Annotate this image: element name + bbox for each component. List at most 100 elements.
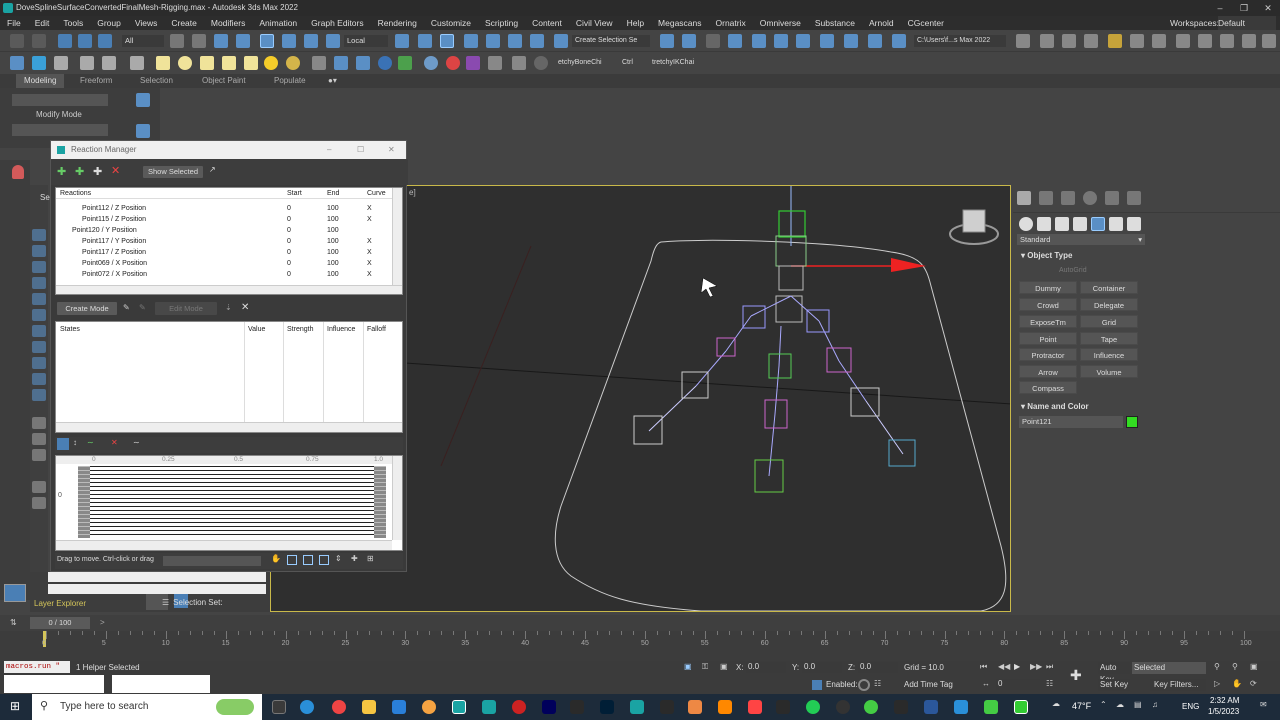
shelf-icon-a[interactable] <box>10 56 24 70</box>
ribbon-options-icon[interactable]: ●▾ <box>328 74 337 88</box>
select-manipulate-icon[interactable] <box>418 34 432 48</box>
ribbon-icon-a[interactable] <box>136 93 150 107</box>
play-icon[interactable]: ▶ <box>1014 662 1020 671</box>
file-explorer-icon[interactable] <box>362 700 376 714</box>
add-slave-icon[interactable]: ✚ <box>93 165 102 178</box>
edge-icon[interactable] <box>300 700 314 714</box>
current-frame-field[interactable]: 0 <box>996 679 1040 690</box>
tool-icon-f[interactable] <box>1152 34 1166 48</box>
sun-icon[interactable] <box>286 56 300 70</box>
name-color-header[interactable]: ▾ Name and Color <box>1021 402 1089 411</box>
select-by-name-icon[interactable] <box>192 34 206 48</box>
volume-icon[interactable]: ♫ <box>1152 700 1158 709</box>
menu-ornatrix[interactable]: Ornatrix <box>709 16 753 30</box>
network-icon[interactable]: ▤ <box>1134 700 1142 709</box>
field-of-view-icon[interactable]: ▷ <box>1214 679 1220 688</box>
menu-views[interactable]: Views <box>128 16 165 30</box>
reaction-row[interactable]: Point069 / X Position 0 100 X <box>56 258 402 269</box>
delete-reaction-icon[interactable]: ✕ <box>111 164 120 177</box>
add-time-tag-button[interactable]: Add Time Tag <box>904 680 953 689</box>
layer-icon[interactable] <box>4 584 26 602</box>
taskbar-app-7-icon[interactable] <box>688 700 702 714</box>
shelf-icon-c[interactable] <box>54 56 68 70</box>
word-icon[interactable] <box>924 700 938 714</box>
whatsapp-icon[interactable] <box>806 700 820 714</box>
curve-vscrollbar[interactable] <box>392 456 402 540</box>
tool-icon-d[interactable] <box>1108 34 1122 48</box>
unreal-icon[interactable] <box>836 700 850 714</box>
render-setup-icon[interactable] <box>844 34 858 48</box>
scene-explorer-icon[interactable] <box>706 34 720 48</box>
z-coord-field[interactable]: 0.0 <box>858 662 898 673</box>
dialog-title-bar[interactable]: Reaction Manager – ☐ ✕ <box>51 141 406 159</box>
scale-keys-icon[interactable]: ↕ <box>73 438 77 447</box>
reaction-row[interactable]: Point117 / Y Position 0 100 X <box>56 236 402 247</box>
set-state-icon[interactable]: ✎ <box>123 303 130 312</box>
create-tab-icon[interactable] <box>1017 191 1031 205</box>
lock-icon[interactable]: ⚿ <box>702 662 708 672</box>
windows-start-icon[interactable]: ⊞ <box>10 699 20 713</box>
rect-select-icon[interactable] <box>214 34 228 48</box>
explorer-icon-7[interactable] <box>32 325 46 337</box>
influence-button[interactable]: Influence <box>1080 348 1138 361</box>
right-arm-helper-3[interactable] <box>850 387 880 417</box>
cameras-icon[interactable] <box>1073 217 1087 231</box>
explorer-icon-16[interactable] <box>32 497 46 509</box>
motion-tab-icon[interactable] <box>1083 191 1097 205</box>
shelf-button-2[interactable]: Ctrl <box>622 59 633 66</box>
cylinder-icon[interactable] <box>200 56 214 70</box>
move-keys-icon[interactable] <box>57 438 69 450</box>
undo-icon[interactable] <box>10 34 24 48</box>
reaction-row[interactable]: Point117 / Z Position 0 100 X <box>56 247 402 258</box>
zoom-horizontal-icon[interactable] <box>303 555 313 565</box>
move-icon[interactable] <box>260 34 274 48</box>
tab-object-paint[interactable]: Object Paint <box>202 74 246 88</box>
go-to-end-icon[interactable]: ⏭ <box>1046 662 1053 672</box>
close-icon[interactable]: ✕ <box>1256 0 1280 16</box>
exposetm-button[interactable]: ExposeTm <box>1019 315 1077 328</box>
zoom-extents-viewport-icon[interactable]: ▣ <box>1250 662 1258 671</box>
taskbar-app-12-icon[interactable] <box>954 700 968 714</box>
taskbar-app-3-icon[interactable] <box>512 700 526 714</box>
clock-time[interactable]: 2:32 AM <box>1210 696 1239 705</box>
menu-help[interactable]: Help <box>620 16 651 30</box>
curve-value-field[interactable] <box>163 556 261 566</box>
tool-icon-e[interactable] <box>1130 34 1144 48</box>
add-selected-icon[interactable]: ✚ <box>75 165 84 178</box>
shelf-icon-n[interactable] <box>466 56 480 70</box>
clock-date[interactable]: 1/5/2023 <box>1208 707 1239 716</box>
menu-arnold[interactable]: Arnold <box>862 16 901 30</box>
tool-icon-c[interactable] <box>1084 34 1098 48</box>
snaps-toggle-icon[interactable] <box>464 34 478 48</box>
explorer-icon-1[interactable] <box>32 229 46 241</box>
spinner-snap-icon[interactable] <box>530 34 544 48</box>
show-selected-button[interactable]: Show Selected <box>143 166 203 178</box>
object-type-header[interactable]: ▾ Object Type <box>1021 251 1072 260</box>
menu-customize[interactable]: Customize <box>424 16 478 30</box>
material-editor-icon[interactable] <box>820 34 834 48</box>
weather-icon[interactable]: ☁ <box>1052 699 1060 708</box>
menu-rendering[interactable]: Rendering <box>371 16 424 30</box>
mini-listener-b[interactable] <box>112 675 210 693</box>
schematic-view-icon[interactable] <box>796 34 810 48</box>
menu-edit[interactable]: Edit <box>28 16 57 30</box>
taskbar-app-6-icon[interactable] <box>660 700 674 714</box>
menu-content[interactable]: Content <box>525 16 569 30</box>
explorer-icon-2[interactable] <box>32 245 46 257</box>
shelf-icon-k[interactable] <box>398 56 412 70</box>
zoom-region-icon[interactable]: ✚ <box>351 554 358 563</box>
menu-scripting[interactable]: Scripting <box>478 16 525 30</box>
set-key-icon[interactable]: ✚ <box>1070 667 1082 684</box>
help-icon[interactable] <box>534 56 548 70</box>
enabled-toggle[interactable] <box>858 679 870 691</box>
menu-modifiers[interactable]: Modifiers <box>204 16 252 30</box>
container-button[interactable]: Container <box>1080 281 1138 294</box>
menu-graph-editors[interactable]: Graph Editors <box>304 16 370 30</box>
time-tag-icon[interactable]: ☷ <box>874 679 881 688</box>
tool-icon-b[interactable] <box>1062 34 1076 48</box>
left-hand-helper[interactable] <box>633 415 663 445</box>
explorer-icon-8[interactable] <box>32 341 46 353</box>
shelf-icon-i[interactable] <box>356 56 370 70</box>
after-effects-icon[interactable] <box>542 700 556 714</box>
ribbon-icon-b[interactable] <box>136 124 150 138</box>
